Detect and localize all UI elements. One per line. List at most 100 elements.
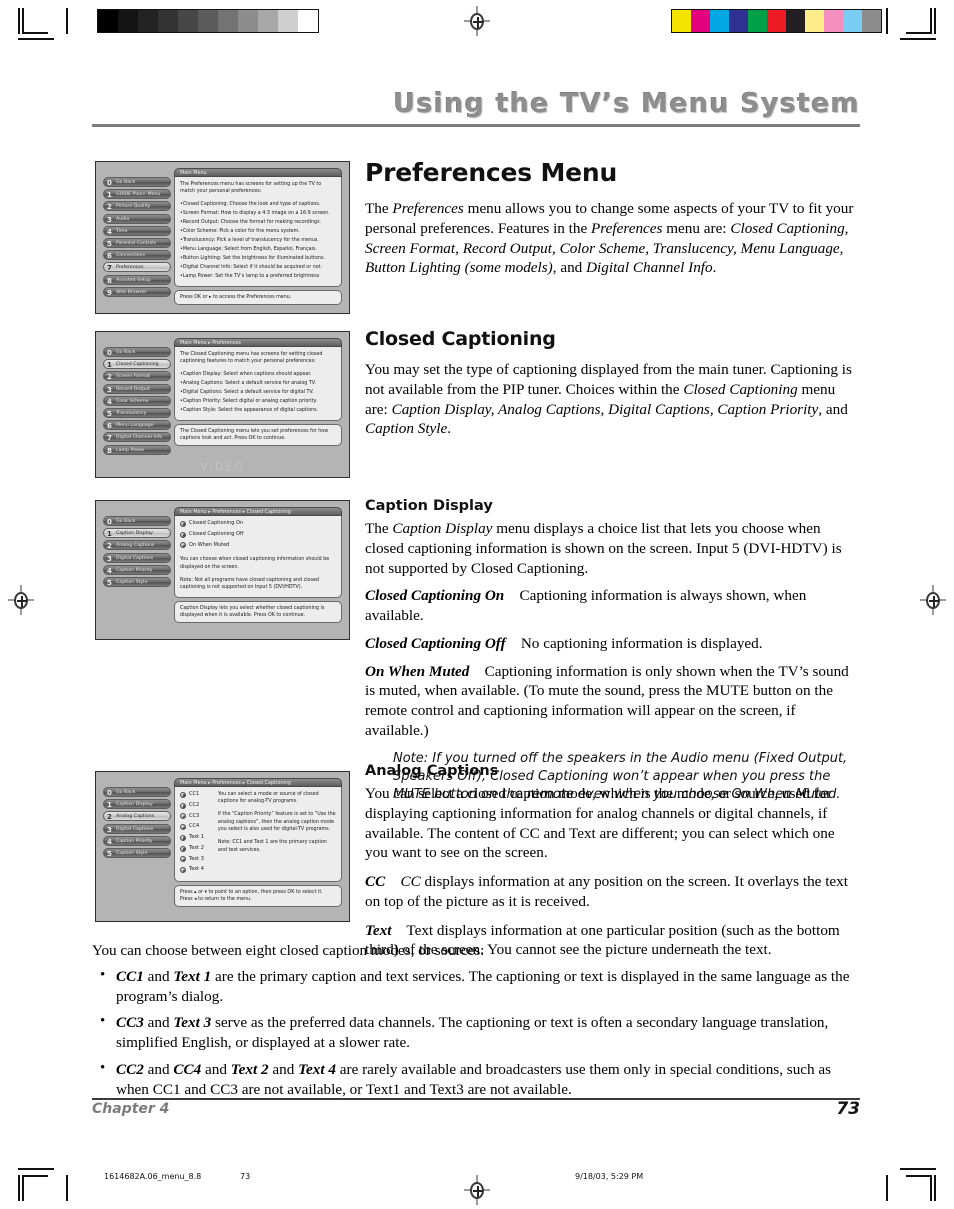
menu-item-label: Go Back	[116, 350, 136, 355]
radio-option[interactable]: On When Muted	[180, 542, 336, 550]
menu-item-go-back[interactable]: 0 Go Back	[103, 516, 171, 526]
menu-item-record-output[interactable]: 3 Record Output	[103, 383, 171, 394]
registration-crosshair-left	[8, 585, 34, 615]
panel-line: •Digital Channel Info: Select if it shou…	[180, 264, 323, 270]
radio-button-icon[interactable]	[180, 542, 186, 549]
menu-item-picture-quality[interactable]: 2 Picture Quality	[103, 201, 171, 212]
menu-item-caption-priority[interactable]: 4 Caption Priority	[103, 835, 171, 846]
menu-item-number: 1	[107, 530, 112, 539]
menu-list-preferences[interactable]: 0 Go Back 1 Closed Captioning 2 Screen Format…	[103, 338, 171, 457]
menu-item-closed-captioning[interactable]: 1 Closed Captioning	[103, 359, 171, 370]
radio-button-icon[interactable]	[180, 834, 186, 841]
menu-item-lamp-power[interactable]: 8 Lamp Power	[103, 444, 171, 455]
panel-line: •Lamp Power: Set the TV’s lamp to a pref…	[180, 273, 320, 279]
panel-side-text: You can select a mode or source of close…	[204, 791, 336, 877]
radio-option-label: On When Muted	[189, 541, 230, 548]
menu-item-number: 3	[107, 825, 112, 834]
radio-button-icon[interactable]	[180, 520, 186, 527]
menu-item-digital-channel-info[interactable]: 7 Digital Channel Info	[103, 432, 171, 443]
radio-button-icon[interactable]	[180, 791, 186, 798]
menu-item-translucency[interactable]: 5 Translucency	[103, 407, 171, 418]
panel-line: •Analog Captions: Select a default servi…	[180, 381, 316, 387]
menu-item-guide-plus-menu[interactable]: 1 GUIDE Plus+ Menu	[103, 189, 171, 200]
menu-item-label: Caption Style	[116, 850, 148, 856]
menu-item-number: 2	[107, 813, 112, 822]
menu-item-analog-captions[interactable]: 2 Analog Captions	[103, 540, 171, 551]
radio-button-icon[interactable]	[180, 867, 186, 874]
crop-tick-right-3	[900, 38, 936, 40]
radio-button-icon[interactable]	[180, 531, 186, 538]
menu-item-caption-display[interactable]: 1 Caption Display	[103, 799, 171, 810]
menu-item-caption-style[interactable]: 5 Caption Style	[103, 847, 171, 858]
calibration-swatch	[178, 10, 198, 32]
panel-line: •Color Scheme: Pick a color for the menu…	[180, 229, 300, 235]
calibration-swatch	[672, 10, 691, 32]
list-item: CC1 and Text 1 are the primary caption a…	[92, 966, 860, 1007]
radio-option[interactable]: CC1	[180, 791, 204, 799]
menu-list-main[interactable]: 0 Go Back 1 GUIDE Plus+ Menu 2 Picture Qualit…	[103, 168, 171, 299]
menu-item-screen-format[interactable]: 2 Screen Format	[103, 371, 171, 382]
panel-intro: The Preferences menu has screens for set…	[180, 182, 322, 195]
crop-tick-left-2	[66, 8, 68, 34]
radio-button-icon[interactable]	[180, 802, 186, 809]
radio-option[interactable]: Text 3	[180, 856, 204, 864]
panel-title: Main Menu ▸ Preferences ▸ Closed Caption…	[174, 507, 342, 516]
radio-option[interactable]: Text 4	[180, 866, 204, 874]
menu-item-assisted-setup[interactable]: 8 Assisted Setup	[103, 274, 171, 285]
menu-item-preferences[interactable]: 7 Preferences	[103, 262, 171, 273]
option-term: Closed Captioning Off	[365, 634, 506, 652]
panel-line: •Caption Style: Select the appearance of…	[180, 408, 319, 414]
crop-tick-right-2	[886, 8, 888, 34]
radio-button-icon[interactable]	[180, 845, 186, 852]
radio-option[interactable]: Text 1	[180, 834, 204, 842]
radio-option[interactable]: CC3	[180, 813, 204, 821]
menu-item-analog-captions[interactable]: 2 Analog Captions	[103, 811, 171, 822]
radio-option-label: Text 2	[189, 844, 204, 851]
menu-item-number: 5	[107, 849, 112, 858]
panel-body-2: Note: Not all programs have closed capti…	[180, 577, 319, 591]
radio-option-label: Closed Captioning Off	[189, 530, 244, 537]
menu-item-label: Menu Language	[116, 423, 154, 429]
menu-list-analog-captions[interactable]: 0 Go Back 1 Caption Display 2 Analog Captions…	[103, 778, 171, 860]
radio-option[interactable]: Closed Captioning Off	[180, 531, 336, 539]
menu-item-caption-display[interactable]: 1 Caption Display	[103, 528, 171, 539]
menu-item-go-back[interactable]: 0 Go Back	[103, 347, 171, 357]
menu-item-number: 6	[107, 252, 112, 261]
choice-list[interactable]: CC1 CC2 CC3 CC4 Text 1 Text 2 Text 3 Text 4	[180, 791, 204, 877]
menu-item-number: 6	[107, 422, 112, 431]
menu-item-color-scheme[interactable]: 4 Color Scheme	[103, 395, 171, 406]
menu-list-caption-display[interactable]: 0 Go Back 1 Caption Display 2 Analog Captions…	[103, 507, 171, 589]
radio-option[interactable]: CC2	[180, 802, 204, 810]
section-closed-captioning: Closed Captioning You may set the type o…	[365, 328, 861, 439]
panel-line: •Menu Language: Select from English, Esp…	[180, 246, 317, 252]
radio-option[interactable]: Closed Captioning On	[180, 520, 336, 528]
section-paragraph: The Preferences menu allows you to chang…	[365, 200, 854, 277]
menu-item-number: 5	[107, 409, 112, 418]
radio-option[interactable]: CC4	[180, 823, 204, 831]
radio-button-icon[interactable]	[180, 813, 186, 820]
menu-item-digital-captions[interactable]: 3 Digital Captions	[103, 552, 171, 563]
option-term: CC	[365, 873, 386, 890]
menu-item-web-browser[interactable]: 9 Web Browser	[103, 286, 171, 297]
radio-option[interactable]: Text 2	[180, 845, 204, 853]
choice-list[interactable]: Closed Captioning On Closed Captioning Of…	[180, 520, 336, 549]
menu-item-go-back[interactable]: 0 Go Back	[103, 177, 171, 187]
menu-item-menu-language[interactable]: 6 Menu Language	[103, 420, 171, 431]
menu-item-connections[interactable]: 6 Connections	[103, 250, 171, 261]
radio-button-icon[interactable]	[180, 856, 186, 863]
panel-hint: The Closed Captioning menu lets you set …	[174, 424, 342, 447]
menu-item-number: 4	[107, 397, 112, 406]
menu-item-time[interactable]: 4 Time	[103, 225, 171, 236]
menu-item-parental-controls[interactable]: 5 Parental Controls	[103, 237, 171, 248]
option-cc: CC CC displays information at any positi…	[365, 872, 861, 912]
section-paragraph: You may set the type of captioning displ…	[365, 361, 852, 438]
calibration-swatch	[298, 10, 318, 32]
menu-item-go-back[interactable]: 0 Go Back	[103, 787, 171, 797]
menu-item-digital-captions[interactable]: 3 Digital Captions	[103, 823, 171, 834]
menu-item-audio[interactable]: 3 Audio	[103, 213, 171, 224]
radio-button-icon[interactable]	[180, 824, 186, 831]
screenshot-analog-captions-menu: 0 Go Back 1 Caption Display 2 Analog Captions…	[95, 771, 350, 923]
menu-item-caption-priority[interactable]: 4 Caption Priority	[103, 564, 171, 575]
menu-item-caption-style[interactable]: 5 Caption Style	[103, 576, 171, 587]
menu-item-label: Preferences	[116, 265, 144, 271]
